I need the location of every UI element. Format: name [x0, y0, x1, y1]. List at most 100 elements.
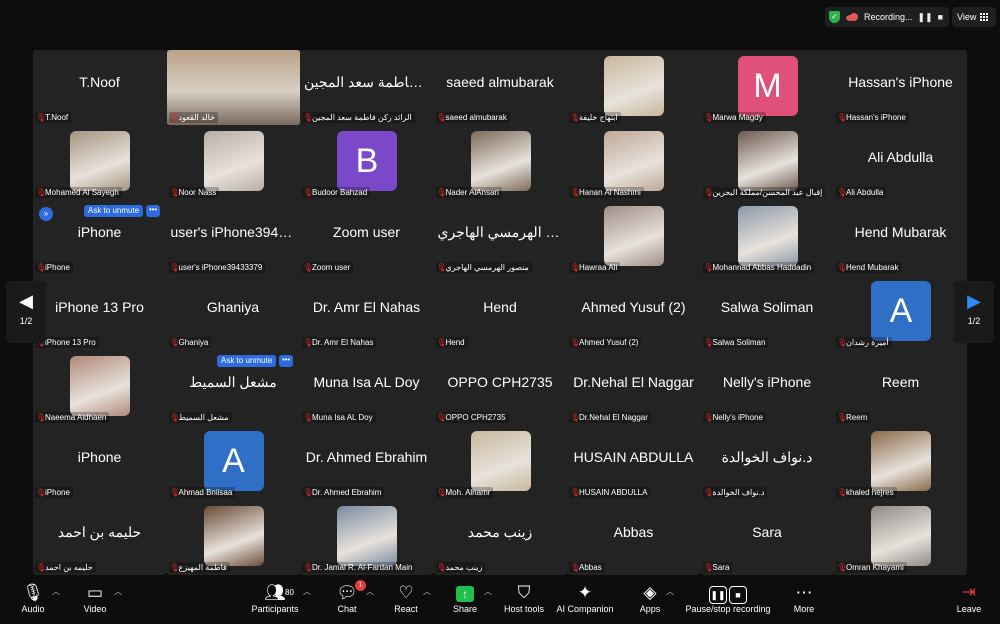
view-button[interactable]: View	[952, 7, 996, 27]
chevron-up-icon[interactable]: ︿	[303, 586, 311, 597]
participant-tile[interactable]: Hend Mubarak 🎙︎ Hend Mubarak	[834, 200, 967, 275]
pause-recording-icon[interactable]: ❚❚	[918, 12, 933, 23]
participant-tile[interactable]: Muna Isa AL Doy 🎙︎ Muna Isa AL Doy	[300, 350, 433, 425]
recording-indicator[interactable]: ✓ Recording... ❚❚ ■	[825, 7, 949, 27]
participant-tile[interactable]: 🎙︎ Noor Nass	[166, 125, 300, 200]
ask-to-unmute-button[interactable]: Ask to unmute	[217, 355, 277, 367]
participant-tile[interactable]: iPhone 🎙︎ iPhone	[33, 425, 166, 500]
participant-tile[interactable]: زينب محمد 🎙︎ زينب محمد	[433, 500, 567, 575]
participant-tile[interactable]: 🎙︎ Mohannad Abbas Haddadin	[700, 200, 834, 275]
more-options-button[interactable]: •••	[279, 355, 294, 367]
next-page-button[interactable]: ▶ 1/2	[954, 281, 994, 343]
participant-name: Hend	[445, 338, 465, 347]
apps-button[interactable]: ◈ Apps	[636, 582, 664, 614]
chevron-up-icon[interactable]: ︿	[666, 586, 674, 597]
participant-tile[interactable]: 🎙︎ Hanan Al Nashmi	[567, 125, 700, 200]
participant-tile[interactable]: Nelly's iPhone 🎙︎ Nelly's iPhone	[700, 350, 834, 425]
participant-tile[interactable]: 🎙︎ خالد القعود	[166, 50, 300, 125]
participant-tile[interactable]: B 🎙︎ Budoor Bahzad	[300, 125, 433, 200]
muted-microphone-icon: 🎙︎	[436, 338, 447, 347]
chevron-up-icon[interactable]: ︿	[52, 586, 60, 597]
muted-microphone-icon: 🎙︎	[303, 188, 314, 197]
participant-tile[interactable]: saeed almubarak 🎙︎ saeed almubarak	[433, 50, 567, 125]
previous-page-button[interactable]: ◀ 1/2	[6, 281, 46, 343]
participant-tile[interactable]: 🎙︎ khaled hejres	[834, 425, 967, 500]
participant-tile[interactable]: 🎙︎ Mohamed Al Sayegh	[33, 125, 166, 200]
participant-tile[interactable]: 🎙︎ Nader AlAnsari	[433, 125, 567, 200]
participant-tile[interactable]: Ghaniya 🎙︎ Ghaniya	[166, 275, 300, 350]
participant-tile[interactable]: user's iPhone39433379🎙︎user's iPhone3943…	[166, 200, 300, 275]
participant-tile[interactable]: Ahmed Yusuf (2) 🎙︎ Ahmed Yusuf (2)	[567, 275, 700, 350]
participant-nameplate: 🎙︎ Noor Nass	[168, 187, 220, 198]
participant-name: Ahmed Yusuf (2)	[579, 338, 639, 347]
react-button[interactable]: ♡ React	[390, 582, 422, 614]
participant-tile[interactable]: Reem 🎙︎ Reem	[834, 350, 967, 425]
share-label: Share	[452, 604, 478, 614]
avatar	[871, 506, 931, 566]
participant-nameplate: 🎙︎ زينب محمد	[435, 562, 486, 573]
participant-tile[interactable]: A 🎙︎ أميرة رشدان	[834, 275, 967, 350]
participant-nameplate: 🎙︎ Dr. Jamal R. Al-Fardan Main	[302, 562, 416, 573]
participant-tile[interactable]: الرائد ركن فاطمة سعد المجين🎙︎الرائد ركن …	[300, 50, 433, 125]
chat-label: Chat	[337, 604, 357, 614]
participant-tile[interactable]: 🎙︎ Naeema Aldhaen	[33, 350, 166, 425]
ask-to-unmute-button[interactable]: Ask to unmute	[84, 205, 144, 217]
muted-microphone-icon: 🎙︎	[303, 338, 314, 347]
participant-tile[interactable]: Dr.Nehal El Naggar 🎙︎ Dr.Nehal El Naggar	[567, 350, 700, 425]
video-button[interactable]: ▭ Video	[78, 582, 112, 614]
muted-microphone-icon: 🎙︎	[570, 488, 581, 497]
participant-display-name: Abbas	[613, 524, 654, 540]
participant-tile[interactable]: iPhone 13 Pro🎙︎iPhone 13 Pro	[33, 275, 166, 350]
ai-companion-button[interactable]: ✦ AI Companion	[556, 582, 614, 614]
participant-tile[interactable]: Zoom user 🎙︎ Zoom user	[300, 200, 433, 275]
participant-tile[interactable]: منصور الهرمسي الهاجري🎙︎منصور الهرمسي اله…	[433, 200, 567, 275]
participant-tile[interactable]: 🎙︎ إقبال عبد المحسن/مملكة البحرين	[700, 125, 834, 200]
chevron-up-icon[interactable]: ︿	[366, 586, 374, 597]
chevron-up-icon[interactable]: ︿	[484, 586, 492, 597]
participant-nameplate: 🎙︎ Mohannad Abbas Haddadin	[702, 262, 815, 273]
participant-tile[interactable]: M 🎙︎ Marwa Magdy	[700, 50, 834, 125]
participant-tile[interactable]: Hassan's iPhone 🎙︎ Hassan's iPhone	[834, 50, 967, 125]
participant-tile[interactable]: 🎙︎ ابتهاج خليفة	[567, 50, 700, 125]
stop-recording-icon[interactable]: ■	[938, 12, 943, 22]
participant-tile[interactable]: د.نواف الخوالدة 🎙︎ د.نواف الخوالدة	[700, 425, 834, 500]
participant-tile[interactable]: Dr. Ahmed Ebrahim 🎙︎ Dr. Ahmed Ebrahim	[300, 425, 433, 500]
expand-icon[interactable]: »	[39, 207, 53, 221]
participant-nameplate: 🎙︎ khaled hejres	[836, 487, 897, 498]
participant-tile[interactable]: 🎙︎ Hawraa Ali	[567, 200, 700, 275]
more-options-button[interactable]: •••	[146, 205, 161, 217]
participants-button[interactable]: 👥︎ Participants	[250, 582, 300, 614]
audio-button[interactable]: 🎙︎ Audio	[16, 582, 50, 614]
chevron-up-icon[interactable]: ︿	[114, 586, 122, 597]
participant-tile[interactable]: OPPO CPH2735 🎙︎ OPPO CPH2735	[433, 350, 567, 425]
participant-display-name: saeed almubarak	[446, 74, 554, 90]
participant-display-name: Hend	[483, 299, 517, 315]
view-label: View	[957, 12, 977, 22]
chevron-up-icon[interactable]: ︿	[423, 586, 431, 597]
participant-tile[interactable]: A 🎙︎ Ahmad Bniisaa	[166, 425, 300, 500]
muted-microphone-icon: 🎙︎	[303, 413, 314, 422]
microphone-icon: 🎙︎	[22, 583, 44, 602]
participant-tile[interactable]: Sara 🎙︎ Sara	[700, 500, 834, 575]
participant-tile[interactable]: 🎙︎ Omran Khayami	[834, 500, 967, 575]
participant-tile[interactable]: Salwa Soliman 🎙︎ Salwa Soliman	[700, 275, 834, 350]
participant-tile[interactable]: 🎙︎ Moh. Alhamr	[433, 425, 567, 500]
participant-tile[interactable]: Hend 🎙︎ Hend	[433, 275, 567, 350]
participant-name: Ali Abdulla	[846, 188, 884, 197]
muted-microphone-icon: 🎙︎	[36, 263, 47, 272]
more-button[interactable]: ⋯ More	[790, 582, 818, 614]
participant-display-name: زينب محمد	[467, 524, 533, 540]
leave-button[interactable]: ⇥ Leave	[954, 582, 984, 614]
participant-tile[interactable]: Ali Abdulla 🎙︎ Ali Abdulla	[834, 125, 967, 200]
pause-stop-recording-button[interactable]: ❚❚ ■ Pause/stop recording	[684, 582, 772, 614]
participant-tile[interactable]: حليمه بن احمد 🎙︎ حليمه بن احمد	[33, 500, 166, 575]
participant-tile[interactable]: T.Noof 🎙︎ T.Noof	[33, 50, 166, 125]
participant-display-name: د.نواف الخوالدة	[721, 449, 813, 465]
participant-tile[interactable]: Dr. Amr El Nahas 🎙︎ Dr. Amr El Nahas	[300, 275, 433, 350]
participant-tile[interactable]: 🎙︎ Dr. Jamal R. Al-Fardan Main	[300, 500, 433, 575]
participant-tile[interactable]: HUSAIN ABDULLA 🎙︎ HUSAIN ABDULLA	[567, 425, 700, 500]
participant-tile[interactable]: 🎙︎ فاطمة المهيزع	[166, 500, 300, 575]
host-tools-button[interactable]: ⛉ Host tools	[500, 582, 548, 614]
participant-tile[interactable]: Abbas 🎙︎ Abbas	[567, 500, 700, 575]
share-button[interactable]: ↑ Share	[448, 582, 482, 614]
